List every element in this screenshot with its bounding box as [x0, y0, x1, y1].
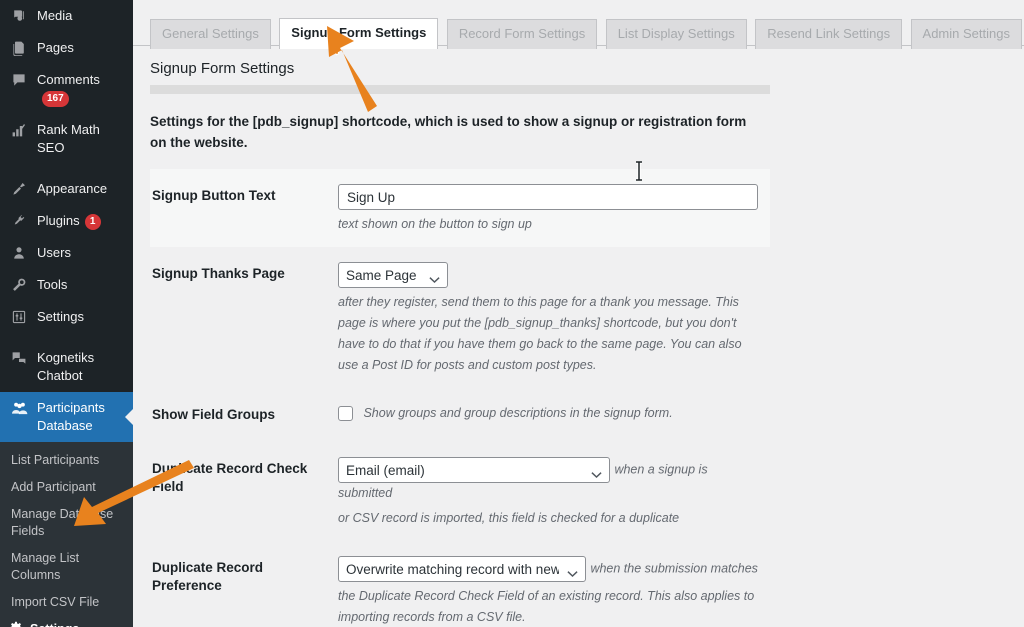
participants-icon	[9, 399, 29, 417]
sidebar-item-media[interactable]: Media	[0, 0, 133, 32]
sidebar-item-label: Participants Database	[37, 400, 105, 433]
plugins-update-badge: 1	[84, 214, 101, 230]
page-intro-text: Settings for the [pdb_signup] shortcode,…	[150, 114, 747, 150]
comments-icon	[9, 71, 29, 89]
settings-content: Signup Form Settings Settings for the [p…	[133, 46, 1024, 627]
sidebar-item-label: Media	[37, 8, 73, 23]
duplicate-record-check-field-hint: or CSV record is imported, this field is…	[338, 511, 680, 525]
rankmath-icon	[9, 121, 29, 139]
admin-sidebar: Media Pages Comments167 Rank Math SEO Ap…	[0, 0, 133, 627]
duplicate-record-preference-select[interactable]: Overwrite matching record with new data	[338, 556, 586, 582]
show-field-groups-hint: Show groups and group descriptions in th…	[363, 406, 673, 420]
sidebar-item-label: Settings	[37, 309, 84, 324]
sidebar-item-label: Plugins 1	[37, 212, 133, 230]
field-row-signup-button-text: Signup Button Text text shown on the but…	[150, 169, 770, 247]
submenu-item-settings[interactable]: Settings	[0, 616, 133, 627]
duplicate-record-check-field-select-wrapper: Email (email)	[338, 457, 610, 483]
sidebar-item-label: Users	[37, 245, 71, 260]
submenu-item-list-participants[interactable]: List Participants	[0, 447, 133, 474]
duplicate-record-check-field-select[interactable]: Email (email)	[338, 457, 610, 483]
pages-icon	[9, 39, 29, 57]
field-label-duplicate-record-check-field: Duplicate Record Check Field	[152, 461, 308, 494]
submenu-item-import-csv-file[interactable]: Import CSV File	[0, 589, 133, 616]
signup-thanks-page-select[interactable]: Same Page	[338, 262, 448, 288]
signup-button-text-hint: text shown on the button to sign up	[338, 217, 532, 231]
signup-button-text-input[interactable]	[338, 184, 758, 210]
tab-list-display-settings[interactable]: List Display Settings	[605, 19, 747, 49]
settings-tabbar: General Settings Signup Form Settings Re…	[133, 0, 1024, 49]
submenu-item-manage-list-columns[interactable]: Manage List Columns	[0, 545, 133, 589]
sidebar-item-label: Appearance	[37, 181, 108, 196]
sidebar-item-participants-database[interactable]: Participants Database	[0, 392, 133, 442]
field-row-show-field-groups: Show Field Groups Show groups and group …	[150, 388, 770, 442]
sidebar-item-pages[interactable]: Pages	[0, 32, 133, 64]
sidebar-item-tools[interactable]: Tools	[0, 269, 133, 301]
main-panel: General Settings Signup Form Settings Re…	[133, 0, 1024, 627]
sidebar-item-appearance[interactable]: Appearance	[0, 173, 133, 205]
appearance-icon	[9, 180, 29, 198]
duplicate-record-preference-select-wrapper: Overwrite matching record with new data	[338, 556, 586, 582]
sidebar-item-rank-math-seo[interactable]: Rank Math SEO	[0, 114, 133, 164]
sidebar-item-users[interactable]: Users	[0, 237, 133, 269]
sidebar-item-label: Rank Math SEO	[37, 122, 100, 155]
duplicate-record-preference-hint: the Duplicate Record Check Field of an e…	[338, 589, 755, 624]
duplicate-record-preference-hint-inline: when the submission matches	[590, 561, 758, 576]
plugins-icon	[9, 212, 29, 230]
field-label-signup-thanks-page: Signup Thanks Page	[152, 266, 285, 281]
text-cursor-ibeam	[634, 160, 644, 182]
sidebar-item-label: Comments167	[37, 71, 133, 107]
media-icon	[9, 7, 29, 25]
submenu-item-manage-database-fields[interactable]: Manage Database Fields	[0, 501, 133, 545]
tab-general-settings[interactable]: General Settings	[150, 19, 271, 49]
settings-form-table: Signup Button Text text shown on the but…	[150, 169, 770, 627]
field-row-duplicate-record-preference: Duplicate Record Preference Overwrite ma…	[150, 541, 770, 627]
field-row-duplicate-record-check-field: Duplicate Record Check Field Email (emai…	[150, 442, 770, 541]
signup-thanks-page-hint: after they register, send them to this p…	[338, 295, 742, 372]
participants-database-submenu: List Participants Add Participant Manage…	[0, 442, 133, 627]
sidebar-item-label: Tools	[37, 277, 68, 292]
settings-icon	[9, 308, 29, 326]
field-row-signup-thanks-page: Signup Thanks Page Same Page after they …	[150, 247, 770, 388]
sidebar-item-label: Pages	[37, 40, 74, 55]
mouse-pointer-cursor	[329, 35, 345, 63]
chatbot-icon	[9, 349, 29, 367]
signup-thanks-page-select-wrapper: Same Page	[338, 262, 448, 288]
sidebar-item-kognetiks-chatbot[interactable]: Kognetiks Chatbot	[0, 342, 133, 392]
submenu-item-add-participant[interactable]: Add Participant	[0, 474, 133, 501]
sidebar-item-plugins[interactable]: Plugins 1	[0, 205, 133, 237]
menu-separator	[0, 164, 133, 173]
page-title: Signup Form Settings	[150, 60, 295, 77]
sidebar-item-settings[interactable]: Settings	[0, 301, 133, 333]
field-label-duplicate-record-preference: Duplicate Record Preference	[152, 560, 264, 593]
title-divider	[150, 85, 770, 94]
sidebar-item-comments[interactable]: Comments167	[0, 64, 133, 114]
show-field-groups-checkbox[interactable]	[338, 405, 353, 421]
field-label-show-field-groups: Show Field Groups	[152, 407, 276, 422]
submenu-item-label: Settings	[30, 622, 79, 627]
tab-admin-settings[interactable]: Admin Settings	[910, 19, 1022, 49]
gear-icon	[8, 621, 24, 627]
comments-count-badge: 167	[42, 91, 69, 107]
screen: Media Pages Comments167 Rank Math SEO Ap…	[0, 0, 1024, 627]
tab-signup-form-settings[interactable]: Signup Form Settings	[279, 18, 439, 49]
users-icon	[9, 244, 29, 262]
field-label-signup-button-text: Signup Button Text	[152, 188, 276, 203]
tools-icon	[9, 276, 29, 294]
sidebar-item-label: Kognetiks Chatbot	[37, 350, 95, 383]
tab-record-form-settings[interactable]: Record Form Settings	[446, 19, 598, 49]
tab-resend-link-settings[interactable]: Resend Link Settings	[755, 19, 903, 49]
menu-separator	[0, 333, 133, 342]
